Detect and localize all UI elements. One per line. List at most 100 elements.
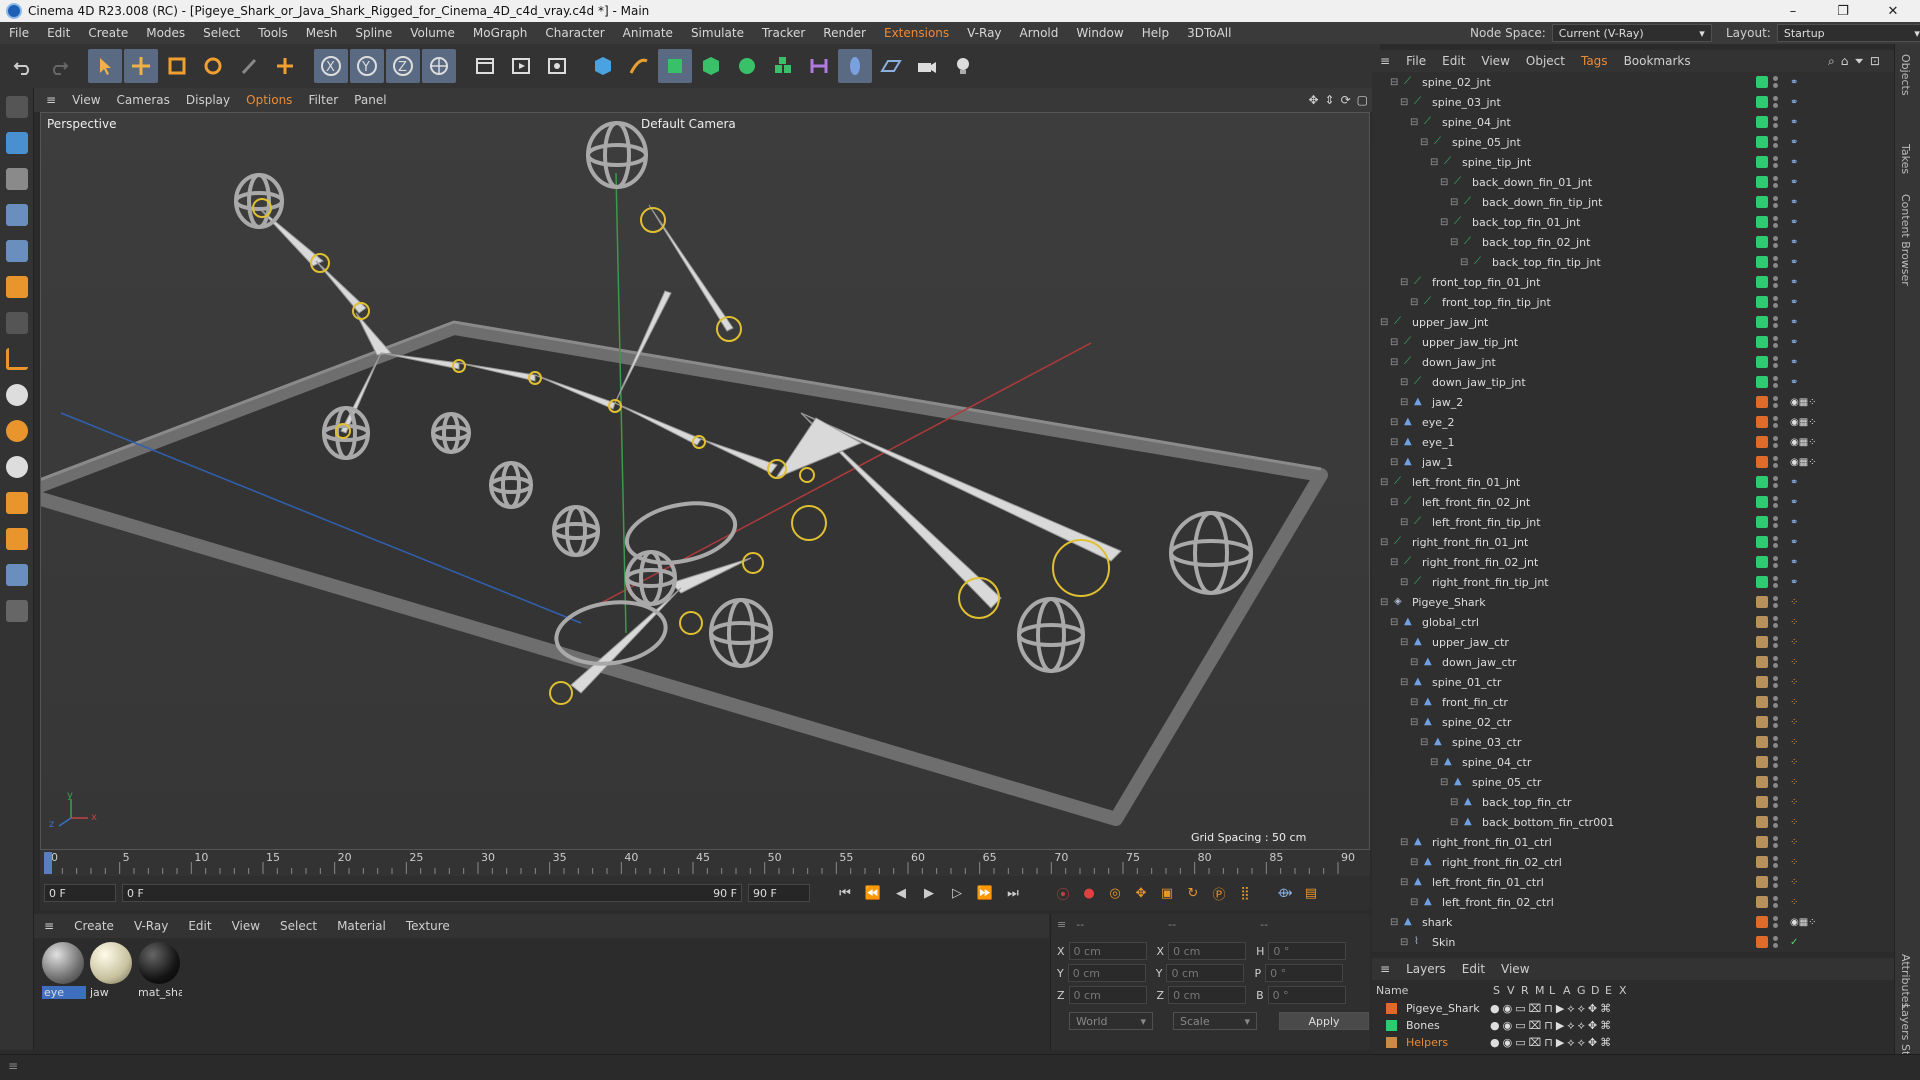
layer-color-swatch[interactable] [1756, 516, 1768, 528]
object-row[interactable]: ⊟ ⟋ back_top_fin_01_jnt ⚭ [1372, 212, 1882, 232]
expand-toggle-icon[interactable]: ⊟ [1400, 277, 1408, 288]
expand-toggle-icon[interactable]: ⊟ [1400, 517, 1408, 528]
world-coords-button[interactable] [422, 49, 456, 83]
motion-path-button[interactable]: ⟴ [1274, 882, 1296, 904]
viewport-menu-filter[interactable]: Filter [300, 93, 346, 107]
position-key-button[interactable]: ✥ [1130, 882, 1152, 904]
expand-toggle-icon[interactable]: ⊟ [1390, 357, 1398, 368]
om-menu-view[interactable]: View [1473, 54, 1517, 68]
viewport-menu-view[interactable]: View [64, 93, 108, 107]
object-row[interactable]: ⊟ ⌇ Skin ✓ [1372, 932, 1882, 952]
visibility-dots-icon[interactable] [1773, 496, 1779, 508]
tab-content-browser[interactable]: Content Browser [1899, 194, 1912, 286]
expand-toggle-icon[interactable]: ⊟ [1400, 377, 1408, 388]
hamburger-icon[interactable]: ≡ [8, 1059, 18, 1073]
layer-color-swatch[interactable] [1756, 936, 1768, 948]
ik-tag-icon[interactable]: ⚭ [1790, 157, 1798, 168]
layer-color-swatch[interactable] [1756, 356, 1768, 368]
layer-color-swatch[interactable] [1756, 856, 1768, 868]
material-tag-icon[interactable]: ◉▦⁘ [1790, 457, 1817, 468]
ik-tag-icon[interactable]: ⚭ [1790, 537, 1798, 548]
object-row[interactable]: ⊟ ▲ right_front_fin_02_ctrl ⁘ [1372, 852, 1882, 872]
rotation-h-field[interactable]: 0 ° [1268, 942, 1347, 960]
snap-settings-button[interactable] [2, 416, 32, 446]
menu-create[interactable]: Create [79, 26, 137, 40]
expand-toggle-icon[interactable]: ⊟ [1450, 197, 1458, 208]
ik-tag-icon[interactable]: ⚭ [1790, 217, 1798, 228]
visibility-dots-icon[interactable] [1773, 676, 1779, 688]
object-row[interactable]: ⊟ ⟋ spine_03_jnt ⚭ [1372, 92, 1882, 112]
record-button[interactable]: ⦿ [1052, 882, 1074, 904]
visibility-dots-icon[interactable] [1773, 896, 1779, 908]
layer-color-swatch[interactable] [1756, 616, 1768, 628]
timeline-ruler[interactable]: 0 5 10 15 20 25 30 35 40 45 50 55 60 65 70 75 80 85 90 [40, 850, 1370, 876]
object-row[interactable]: ⊟ ⟋ front_top_fin_tip_jnt ⚭ [1372, 292, 1882, 312]
material-menu-select[interactable]: Select [270, 919, 327, 933]
tab-objects[interactable]: Objects [1899, 54, 1912, 96]
xpresso-tag-icon[interactable]: ⁘ [1790, 597, 1798, 608]
expand-toggle-icon[interactable]: ⊟ [1430, 157, 1438, 168]
x-axis-button[interactable]: X [314, 49, 348, 83]
go-to-end-button[interactable]: ⏭ [1002, 882, 1024, 904]
ik-tag-icon[interactable]: ⚭ [1790, 377, 1798, 388]
material-menu-vray[interactable]: V-Ray [124, 919, 178, 933]
ik-tag-icon[interactable]: ⚭ [1790, 197, 1798, 208]
expand-toggle-icon[interactable]: ⊟ [1400, 677, 1408, 688]
expand-toggle-icon[interactable]: ⊟ [1400, 397, 1408, 408]
xpresso-tag-icon[interactable]: ⁘ [1790, 837, 1798, 848]
layers-menu-layers[interactable]: Layers [1398, 962, 1454, 976]
menu-mograph[interactable]: MoGraph [464, 26, 537, 40]
visibility-dots-icon[interactable] [1773, 716, 1779, 728]
end-frame-field[interactable]: 90 F [748, 884, 810, 902]
layer-color-swatch[interactable] [1756, 296, 1768, 308]
expand-toggle-icon[interactable]: ⊟ [1410, 897, 1418, 908]
object-row[interactable]: ⊟ ▲ upper_jaw_ctr ⁘ [1372, 632, 1882, 652]
expand-toggle-icon[interactable]: ⊟ [1410, 657, 1418, 668]
layer-color-swatch[interactable] [1756, 376, 1768, 388]
render-region-button[interactable] [468, 49, 502, 83]
ik-tag-icon[interactable]: ⚭ [1790, 117, 1798, 128]
menu-3dtoall[interactable]: 3DToAll [1178, 26, 1240, 40]
param-key-button[interactable]: Ⓟ [1208, 882, 1230, 904]
layer-color-swatch[interactable] [1756, 536, 1768, 548]
close-button[interactable]: ✕ [1870, 0, 1916, 22]
viewport-menu-cameras[interactable]: Cameras [109, 93, 178, 107]
ik-tag-icon[interactable]: ⚭ [1790, 257, 1798, 268]
object-row[interactable]: ⊟ ⟋ right_front_fin_tip_jnt ⚭ [1372, 572, 1882, 592]
xpresso-tag-icon[interactable]: ⁘ [1790, 717, 1798, 728]
ik-tag-icon[interactable]: ⚭ [1790, 517, 1798, 528]
object-row[interactable]: ⊟ ▲ spine_04_ctr ⁘ [1372, 752, 1882, 772]
expand-toggle-icon[interactable]: ⊟ [1460, 257, 1468, 268]
object-row[interactable]: ⊟ ▲ left_front_fin_02_ctrl ⁘ [1372, 892, 1882, 912]
quantize-button[interactable] [2, 452, 32, 482]
select-tool-button[interactable] [88, 49, 122, 83]
grid-button[interactable] [2, 560, 32, 590]
object-row[interactable]: ⊟ ▲ spine_03_ctr ⁘ [1372, 732, 1882, 752]
object-row[interactable]: ⊟ ⟋ back_top_fin_02_jnt ⚭ [1372, 232, 1882, 252]
menu-edit[interactable]: Edit [38, 26, 79, 40]
om-search-icons[interactable]: ⌕⌂⏷⊡ [1820, 54, 1894, 69]
visibility-dots-icon[interactable] [1773, 736, 1779, 748]
menu-arnold[interactable]: Arnold [1011, 26, 1068, 40]
material-menu-material[interactable]: Material [327, 919, 396, 933]
viewport-menu-display[interactable]: Display [178, 93, 238, 107]
layer-color-swatch[interactable] [1756, 156, 1768, 168]
layer-color-swatch[interactable] [1756, 216, 1768, 228]
visibility-dots-icon[interactable] [1773, 356, 1779, 368]
object-row[interactable]: ⊟ ⟋ upper_jaw_tip_jnt ⚭ [1372, 332, 1882, 352]
extrude-button[interactable] [694, 49, 728, 83]
expand-toggle-icon[interactable]: ⊟ [1390, 497, 1398, 508]
expand-toggle-icon[interactable]: ⊟ [1390, 557, 1398, 568]
apply-button[interactable]: Apply [1279, 1012, 1369, 1030]
ik-tag-icon[interactable]: ⚭ [1790, 337, 1798, 348]
go-to-start-button[interactable]: ⏮ [834, 882, 856, 904]
layer-flag-icons[interactable]: ●◉▭⌧⊓▶⟡⟡✥⌘ [1490, 1019, 1614, 1033]
layer-color-swatch[interactable] [1756, 816, 1768, 828]
rotation-p-field[interactable]: 0 ° [1265, 964, 1344, 982]
object-row[interactable]: ⊟ ▲ spine_05_ctr ⁘ [1372, 772, 1882, 792]
menu-select[interactable]: Select [194, 26, 249, 40]
visibility-dots-icon[interactable] [1773, 776, 1779, 788]
menu-file[interactable]: File [0, 26, 38, 40]
render-settings-button[interactable] [540, 49, 574, 83]
object-row[interactable]: ⊟ ⟋ back_down_fin_01_jnt ⚭ [1372, 172, 1882, 192]
